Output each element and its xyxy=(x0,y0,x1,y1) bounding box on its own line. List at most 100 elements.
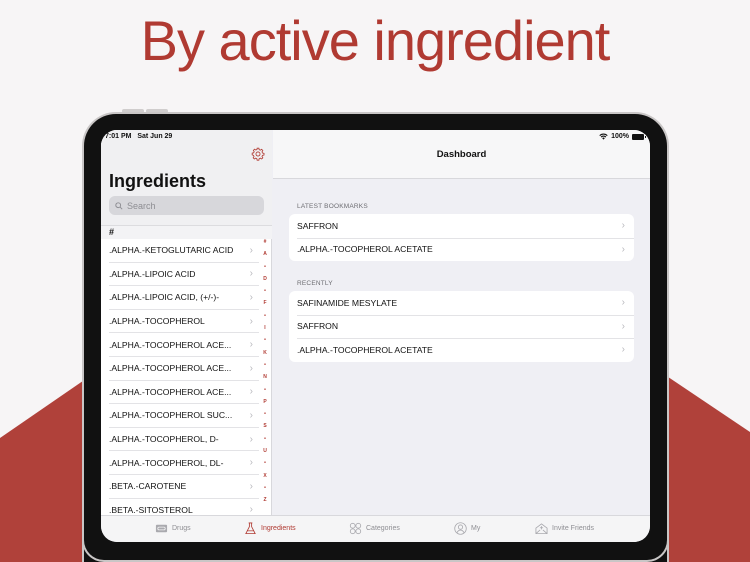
index-letter[interactable]: P xyxy=(263,396,266,408)
index-letter[interactable]: A xyxy=(263,248,267,260)
recent-item[interactable]: SAFFRON › xyxy=(289,314,634,339)
bookmark-item[interactable]: .ALPHA.-TOCOPHEROL ACETATE › xyxy=(289,237,634,262)
chevron-right-icon: › xyxy=(249,362,253,374)
list-item-label: .ALPHA.-TOCOPHEROL xyxy=(109,316,205,327)
tab-ingredients[interactable]: Ingredients xyxy=(244,522,296,535)
section-index[interactable]: # A • D • F • I • K • N • P • S • U • X • Z xyxy=(260,236,270,507)
sidebar-header: Ingredients xyxy=(101,130,272,226)
item-label: SAFFRON xyxy=(297,321,339,332)
search-input[interactable] xyxy=(127,200,257,211)
recent-header: RECENTLY xyxy=(297,280,333,287)
list-item[interactable]: .ALPHA.-TOCOPHEROL, DL- › xyxy=(109,451,259,475)
bookmark-item[interactable]: SAFFRON › xyxy=(289,214,634,238)
pill-box-icon xyxy=(155,524,168,533)
index-letter[interactable]: • xyxy=(264,384,266,396)
chevron-right-icon: › xyxy=(621,220,625,232)
list-item[interactable]: .ALPHA.-LIPOIC ACID › xyxy=(109,263,259,287)
tab-my[interactable]: My xyxy=(454,522,480,535)
list-item-label: .ALPHA.-LIPOIC ACID xyxy=(109,268,196,279)
chevron-right-icon: › xyxy=(621,297,625,309)
index-letter[interactable]: • xyxy=(264,457,266,469)
tab-drugs[interactable]: Drugs xyxy=(155,522,191,535)
list-item[interactable]: .ALPHA.-TOCOPHEROL SUC... › xyxy=(109,404,259,428)
list-item-label: .BETA.-SITOSTEROL xyxy=(109,504,193,515)
chevron-right-icon: › xyxy=(249,339,253,351)
recent-item[interactable]: .ALPHA.-TOCOPHEROL ACETATE › xyxy=(289,338,634,362)
list-item[interactable]: .ALPHA.-TOCOPHEROL ACE... › xyxy=(109,333,259,357)
chevron-right-icon: › xyxy=(621,243,625,255)
wifi-icon xyxy=(599,133,608,140)
chevron-right-icon: › xyxy=(249,457,253,469)
screen: 7:01 PM Sat Jun 29 100% Ingredients # .A… xyxy=(101,130,650,542)
list-item[interactable]: .ALPHA.-KETOGLUTARIC ACID › xyxy=(109,239,259,263)
index-letter[interactable]: • xyxy=(264,359,266,371)
chevron-right-icon: › xyxy=(249,315,253,327)
status-time: 7:01 PM Sat Jun 29 xyxy=(105,133,173,140)
chevron-right-icon: › xyxy=(249,386,253,398)
list-item-label: .ALPHA.-TOCOPHEROL, DL- xyxy=(109,457,224,468)
list-item[interactable]: .ALPHA.-TOCOPHEROL ACE... › xyxy=(109,381,259,405)
item-label: SAFINAMIDE MESYLATE xyxy=(297,297,398,308)
list-item-label: .ALPHA.-KETOGLUTARIC ACID xyxy=(109,245,234,256)
sidebar-title: Ingredients xyxy=(109,171,207,191)
item-label: .ALPHA.-TOCOPHEROL ACETATE xyxy=(297,244,433,255)
index-letter[interactable]: • xyxy=(264,482,266,494)
chevron-right-icon: › xyxy=(249,504,253,516)
list-item[interactable]: .ALPHA.-LIPOIC ACID, (+/-)- › xyxy=(109,286,259,310)
chevron-right-icon: › xyxy=(621,320,625,332)
recent-item[interactable]: SAFINAMIDE MESYLATE › xyxy=(289,291,634,315)
bookmarks-header: LATEST BOOKMARKS xyxy=(297,203,368,210)
battery-icon xyxy=(632,133,646,140)
list-item[interactable]: .ALPHA.-TOCOPHEROL › xyxy=(109,310,259,334)
recent-group: SAFINAMIDE MESYLATE › SAFFRON › .ALPHA.-TOCO… xyxy=(289,291,634,362)
headline: By active ingredient xyxy=(140,9,611,72)
item-label: .ALPHA.-TOCOPHEROL ACETATE xyxy=(297,344,433,355)
index-letter[interactable]: X xyxy=(263,470,266,482)
index-letter[interactable]: K xyxy=(263,347,267,359)
index-letter[interactable]: • xyxy=(264,408,266,420)
index-letter[interactable]: I xyxy=(264,322,265,334)
status-bar: 7:01 PM Sat Jun 29 100% xyxy=(101,130,650,144)
list-item-label: .ALPHA.-TOCOPHEROL ACE... xyxy=(109,363,232,374)
index-letter[interactable]: • xyxy=(264,433,266,445)
flask-icon xyxy=(245,522,256,535)
search-field[interactable] xyxy=(109,196,264,215)
index-letter[interactable]: Z xyxy=(263,494,266,506)
gear-icon[interactable] xyxy=(251,147,265,161)
list-item-label: .ALPHA.-TOCOPHEROL, D- xyxy=(109,434,219,445)
list-item[interactable]: .BETA.-CAROTENE › xyxy=(109,475,259,499)
bookmarks-group: SAFFRON › .ALPHA.-TOCOPHEROL ACETATE › xyxy=(289,214,634,261)
index-letter[interactable]: # xyxy=(264,236,267,248)
chevron-right-icon: › xyxy=(249,291,253,303)
chevron-right-icon: › xyxy=(621,344,625,356)
categories-icon xyxy=(349,522,362,535)
index-letter[interactable]: • xyxy=(264,310,266,322)
list-item-label: .ALPHA.-TOCOPHEROL ACE... xyxy=(109,339,232,350)
item-label: SAFFRON xyxy=(297,220,339,231)
ipad-frame-bottom xyxy=(82,540,669,562)
list-item-label: .ALPHA.-TOCOPHEROL ACE... xyxy=(109,386,232,397)
index-letter[interactable]: • xyxy=(264,261,266,273)
index-letter[interactable]: • xyxy=(264,285,266,297)
tab-categories[interactable]: Categories xyxy=(349,522,400,535)
index-letter[interactable]: F xyxy=(263,297,266,309)
chevron-right-icon: › xyxy=(249,244,253,256)
list-item-label: .ALPHA.-LIPOIC ACID, (+/-)- xyxy=(109,292,220,303)
person-icon xyxy=(454,522,467,535)
list-item[interactable]: .ALPHA.-TOCOPHEROL, D- › xyxy=(109,428,259,452)
list-item[interactable]: .ALPHA.-TOCOPHEROL ACE... › xyxy=(109,357,259,381)
list-item-label: .BETA.-CAROTENE xyxy=(109,481,187,492)
tab-invite-friends[interactable]: Invite Friends xyxy=(535,522,594,535)
index-letter[interactable]: N xyxy=(263,371,267,383)
index-letter[interactable]: U xyxy=(263,445,267,457)
chevron-right-icon: › xyxy=(249,409,253,421)
list-item-label: .ALPHA.-TOCOPHEROL SUC... xyxy=(109,410,233,421)
invite-envelope-icon xyxy=(535,523,548,535)
page-title: Dashboard xyxy=(436,149,487,160)
chevron-right-icon: › xyxy=(249,268,253,280)
battery-percent: 100% xyxy=(611,133,629,140)
index-letter[interactable]: • xyxy=(264,334,266,346)
index-letter[interactable]: S xyxy=(263,420,266,432)
tab-bar: Drugs Ingredients Categories My Invite F… xyxy=(101,515,650,542)
index-letter[interactable]: D xyxy=(263,273,267,285)
